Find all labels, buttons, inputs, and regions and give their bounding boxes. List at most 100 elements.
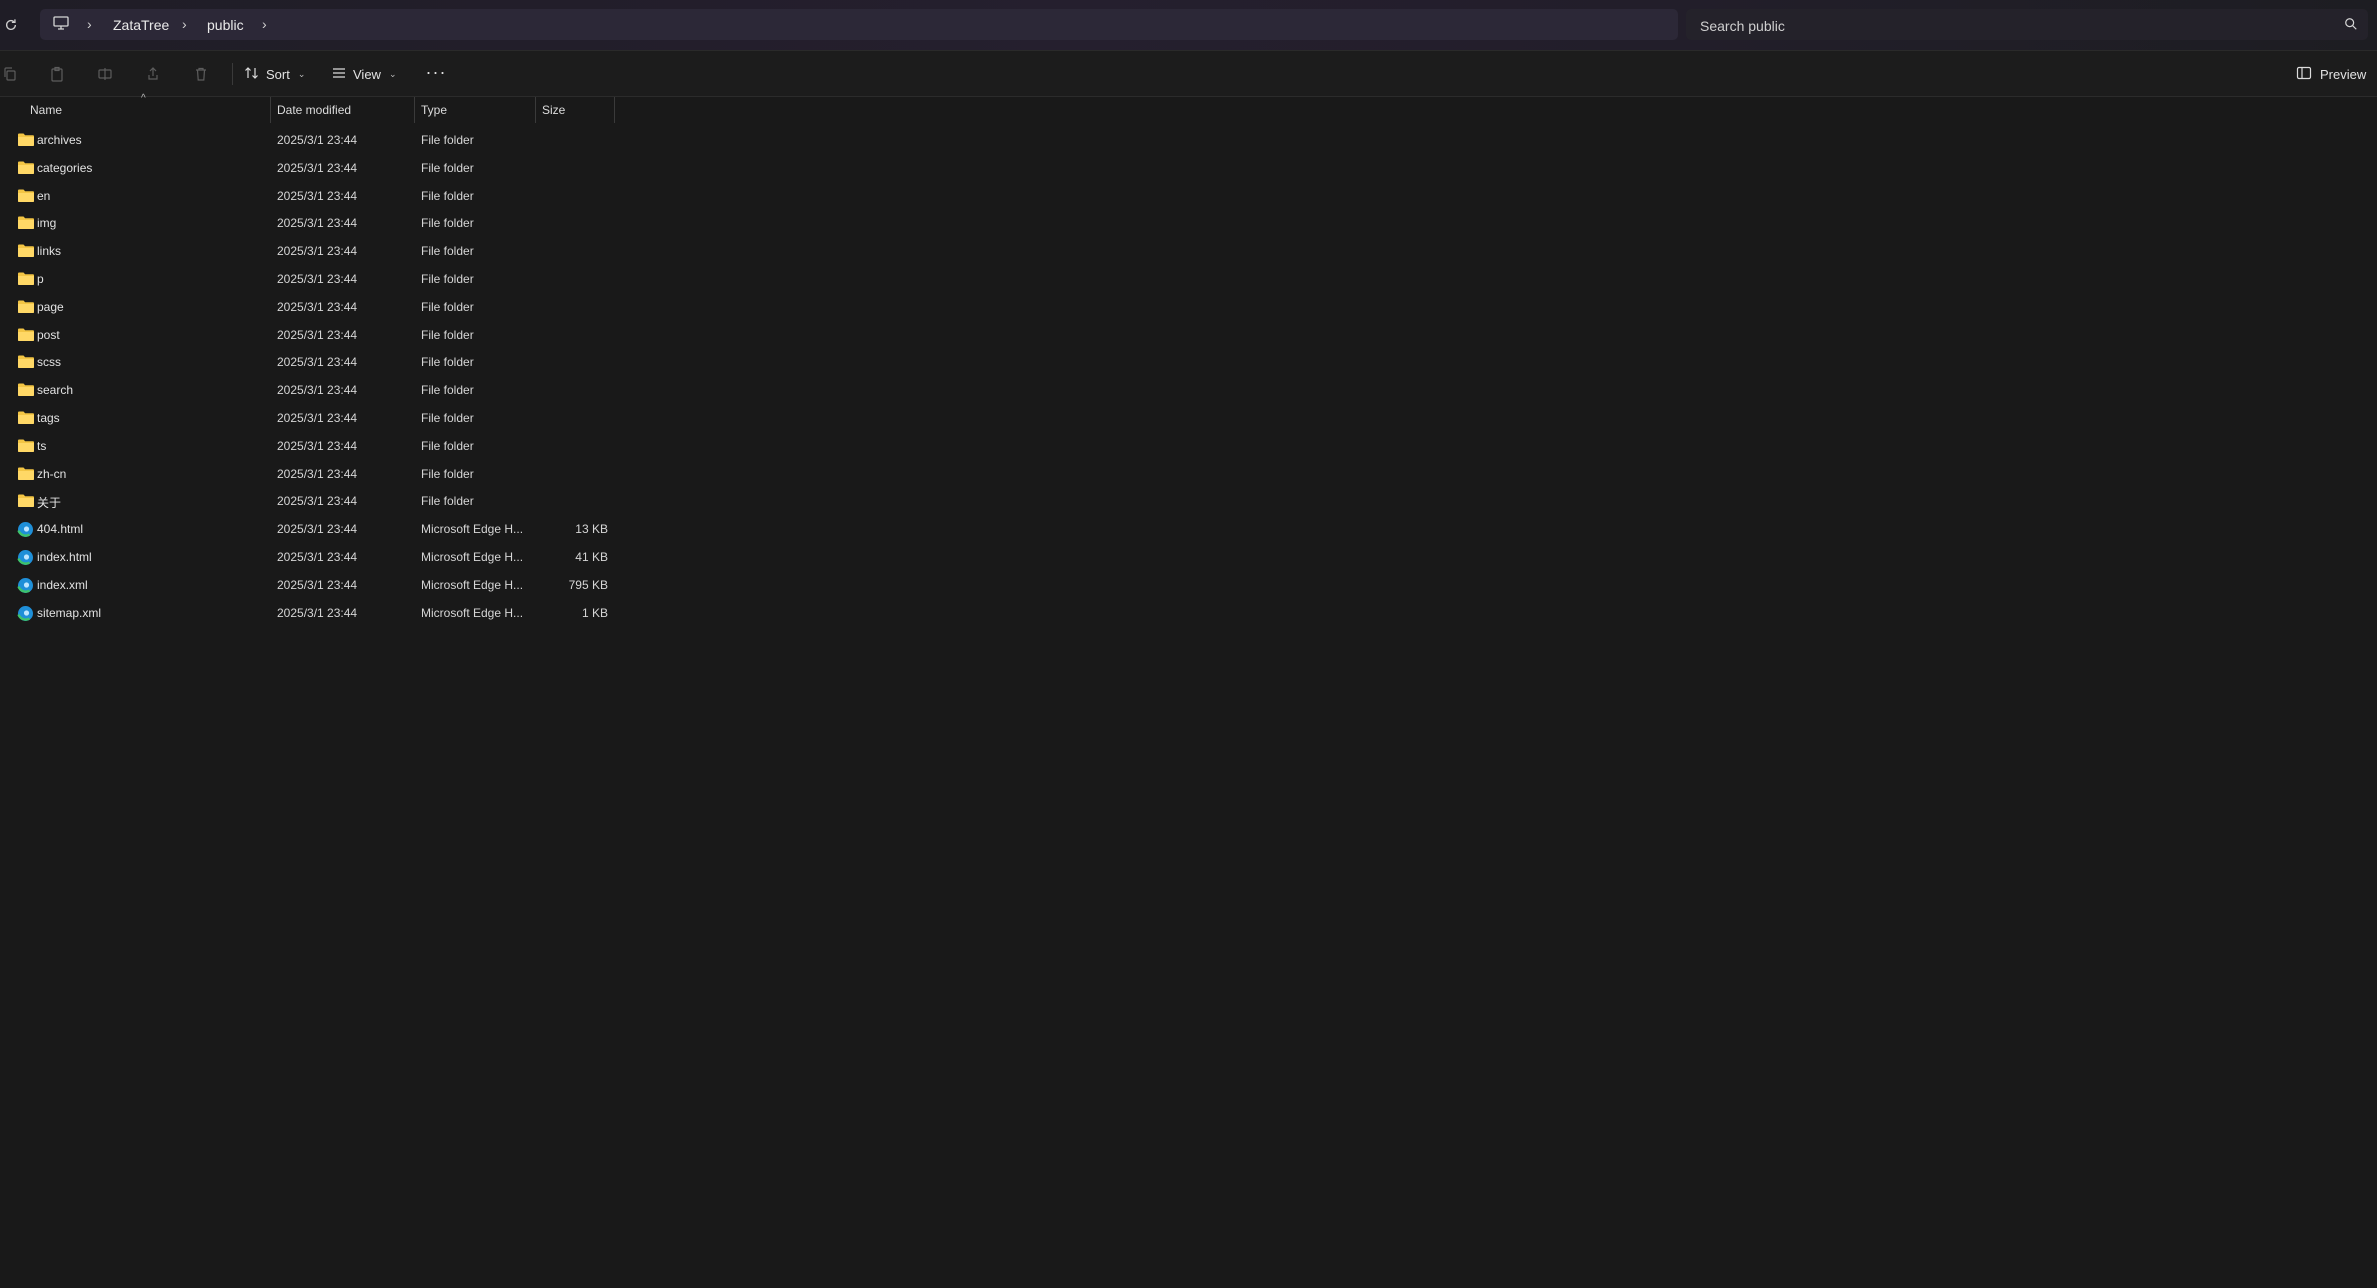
file-name: en: [37, 188, 51, 203]
view-button[interactable]: View ⌄: [331, 60, 397, 88]
share-icon[interactable]: [143, 64, 163, 84]
file-row[interactable]: p 2025/3/1 23:44 File folder: [0, 265, 615, 293]
folder-icon: [17, 438, 35, 454]
file-type: File folder: [421, 327, 474, 342]
sort-button[interactable]: Sort ⌄: [244, 60, 305, 88]
file-date-modified: 2025/3/1 23:44: [277, 133, 358, 147]
folder-icon: [17, 466, 35, 482]
file-type: File folder: [421, 438, 474, 453]
file-row[interactable]: zh-cn 2025/3/1 23:44 File folder: [0, 460, 615, 488]
column-divider[interactable]: [614, 97, 615, 123]
file-row[interactable]: index.html 2025/3/1 23:44 Microsoft Edge…: [0, 543, 615, 571]
file-name: 关于: [37, 496, 62, 511]
file-date-modified: 2025/3/1 23:44: [277, 605, 358, 620]
breadcrumb-separator-icon[interactable]: ›: [87, 15, 92, 33]
file-date-modified: 2025/3/1 23:44: [277, 577, 358, 592]
file-type: File folder: [421, 133, 474, 147]
file-row[interactable]: post 2025/3/1 23:44 File folder: [0, 321, 615, 349]
file-type: Microsoft Edge H...: [421, 577, 524, 592]
file-row[interactable]: ts 2025/3/1 23:44 File folder: [0, 432, 615, 460]
column-size[interactable]: Size: [536, 97, 614, 123]
address-bar[interactable]: › ZataTree › public ›: [40, 9, 1678, 40]
file-name: categories: [37, 160, 93, 175]
file-date-modified: 2025/3/1 23:44: [277, 355, 358, 370]
file-date-modified: 2025/3/1 23:44: [277, 299, 358, 314]
breadcrumb-public[interactable]: public: [207, 16, 244, 34]
folder-icon: [17, 327, 35, 343]
file-row[interactable]: page 2025/3/1 23:44 File folder: [0, 293, 615, 321]
rename-icon[interactable]: [95, 64, 115, 84]
copy-icon[interactable]: [0, 64, 20, 84]
file-row[interactable]: index.xml 2025/3/1 23:44 Microsoft Edge …: [0, 571, 615, 599]
file-name: zh-cn: [37, 466, 67, 481]
view-label: View: [353, 66, 381, 82]
refresh-icon[interactable]: [0, 13, 22, 37]
file-type: File folder: [421, 411, 474, 425]
file-row[interactable]: categories 2025/3/1 23:44 File folder: [0, 154, 615, 182]
search-box[interactable]: [1686, 9, 2368, 40]
sort-icon: [244, 66, 260, 83]
folder-icon: [17, 410, 35, 426]
file-date-modified: 2025/3/1 23:44: [277, 550, 358, 564]
file-row[interactable]: archives 2025/3/1 23:44 File folder: [0, 126, 615, 154]
delete-icon[interactable]: [191, 64, 211, 84]
search-icon[interactable]: [2344, 17, 2360, 33]
file-date-modified: 2025/3/1 23:44: [277, 466, 358, 481]
file-name: links: [37, 244, 62, 259]
file-row[interactable]: img 2025/3/1 23:44 File folder: [0, 209, 615, 237]
file-row[interactable]: search 2025/3/1 23:44 File folder: [0, 376, 615, 404]
file-row[interactable]: sitemap.xml 2025/3/1 23:44 Microsoft Edg…: [0, 599, 615, 627]
search-input[interactable]: [1698, 14, 2322, 38]
column-date-modified[interactable]: Date modified: [271, 97, 414, 123]
paste-icon[interactable]: [47, 64, 67, 84]
chevron-down-icon: ⌄: [297, 68, 306, 79]
folder-icon: [17, 354, 35, 370]
file-row[interactable]: 404.html 2025/3/1 23:44 Microsoft Edge H…: [0, 515, 615, 543]
file-type: Microsoft Edge H...: [421, 522, 524, 537]
address-bar-row: › ZataTree › public ›: [0, 0, 2377, 51]
folder-icon: [17, 382, 35, 398]
file-row[interactable]: tags 2025/3/1 23:44 File folder: [0, 404, 615, 432]
file-name: page: [37, 299, 64, 314]
breadcrumb-zatatree[interactable]: ZataTree: [113, 16, 169, 34]
file-date-modified: 2025/3/1 23:44: [277, 160, 358, 175]
this-pc-icon[interactable]: [52, 15, 72, 33]
file-row[interactable]: 关于 2025/3/1 23:44 File folder: [0, 487, 615, 515]
file-name: post: [37, 327, 60, 342]
file-date-modified: 2025/3/1 23:44: [277, 383, 358, 398]
edge-icon: [17, 577, 35, 593]
file-size: 795 KB: [568, 577, 608, 592]
file-type: File folder: [421, 494, 474, 509]
more-options-icon[interactable]: ···: [424, 61, 448, 87]
column-name[interactable]: Name: [24, 97, 270, 123]
command-separator: [232, 63, 233, 85]
file-type: File folder: [421, 299, 474, 314]
command-bar: Sort ⌄ View ⌄ ··· Preview: [0, 51, 2377, 97]
file-name: ts: [37, 438, 47, 453]
file-row[interactable]: en 2025/3/1 23:44 File folder: [0, 182, 615, 210]
file-type: File folder: [421, 383, 474, 398]
file-name: search: [37, 383, 74, 398]
folder-icon: [17, 299, 35, 315]
file-type: File folder: [421, 160, 474, 175]
preview-pane-icon: [2296, 66, 2312, 83]
file-name: scss: [37, 355, 61, 370]
column-header: ^ Name Date modified Type Size: [0, 93, 2377, 123]
sort-label: Sort: [266, 66, 290, 82]
preview-label: Preview: [2320, 66, 2367, 82]
file-date-modified: 2025/3/1 23:44: [277, 438, 358, 453]
file-row[interactable]: links 2025/3/1 23:44 File folder: [0, 237, 615, 265]
file-type: Microsoft Edge H...: [421, 605, 524, 620]
file-row[interactable]: scss 2025/3/1 23:44 File folder: [0, 348, 615, 376]
file-type: Microsoft Edge H...: [421, 550, 524, 564]
preview-button[interactable]: Preview: [2296, 60, 2366, 88]
file-size: 1 KB: [581, 605, 608, 620]
edge-icon: [17, 549, 35, 565]
edge-icon: [17, 605, 35, 621]
breadcrumb-separator-icon[interactable]: ›: [182, 15, 187, 33]
file-date-modified: 2025/3/1 23:44: [277, 327, 358, 342]
file-type: File folder: [421, 216, 474, 231]
column-type[interactable]: Type: [415, 97, 535, 123]
breadcrumb-separator-icon[interactable]: ›: [262, 15, 267, 33]
folder-icon: [17, 243, 35, 259]
